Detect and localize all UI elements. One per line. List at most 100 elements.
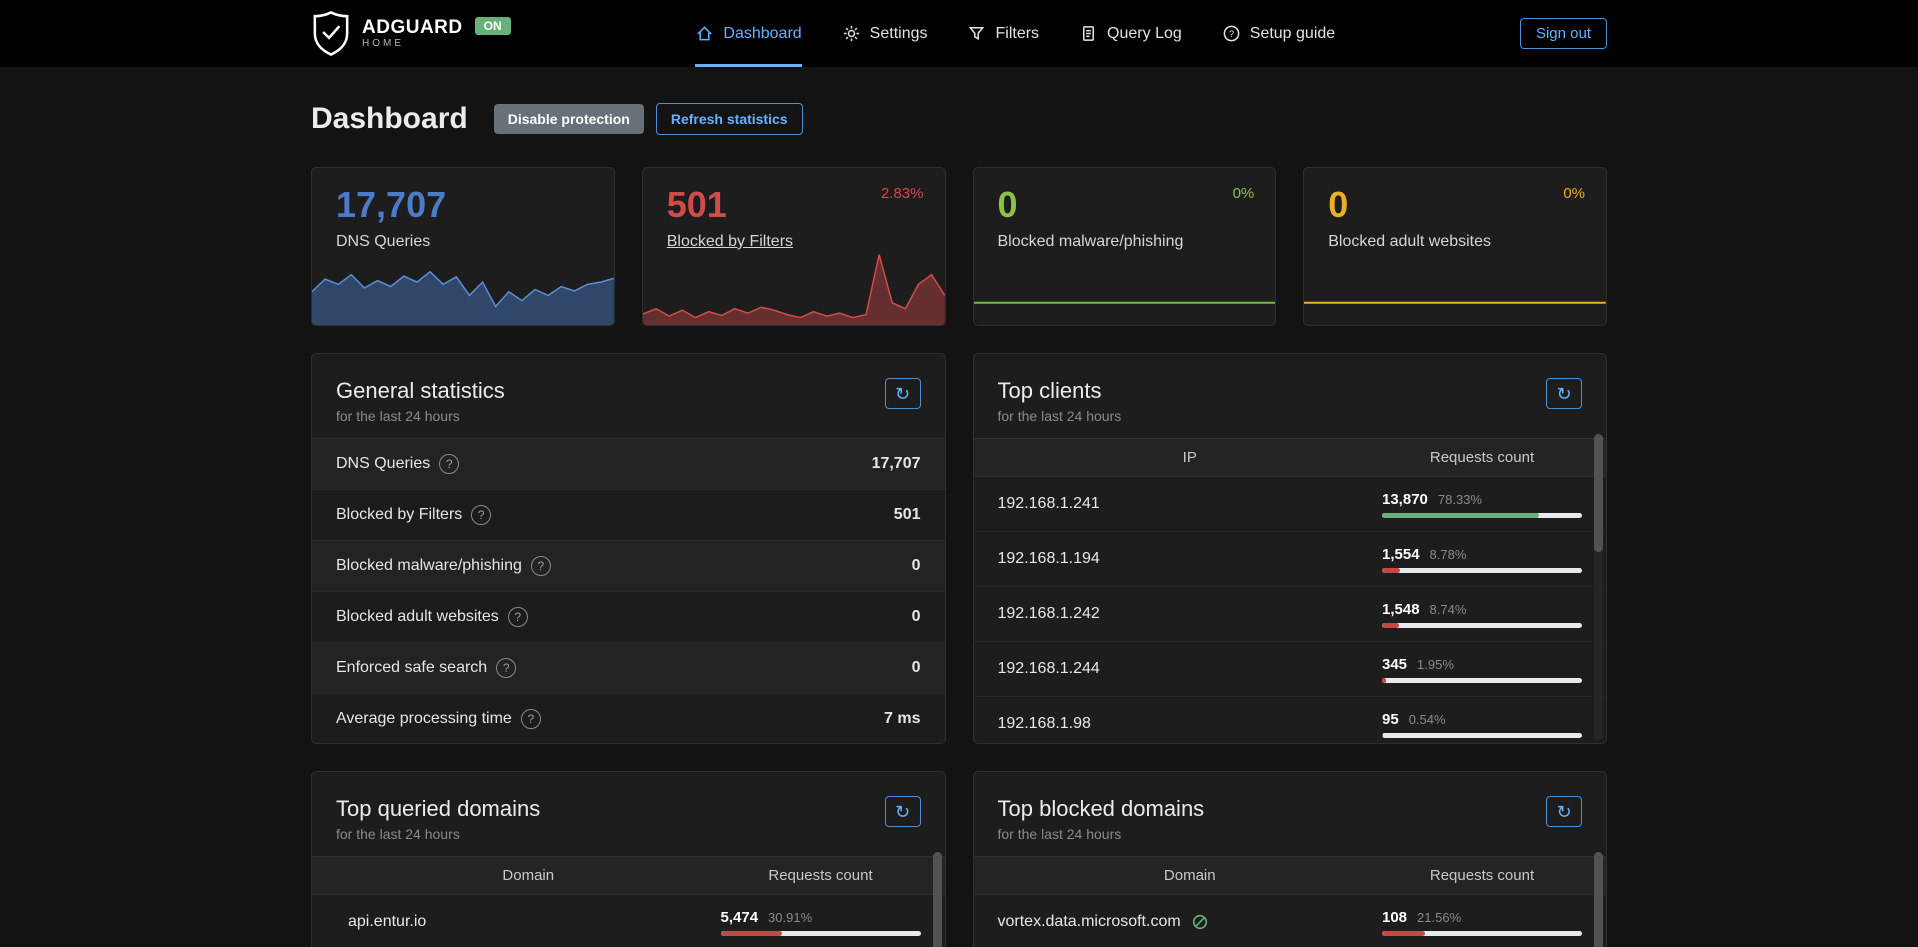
sign-out-button[interactable]: Sign out xyxy=(1520,18,1607,49)
help-circle-icon[interactable]: ? xyxy=(496,658,516,678)
requests-cell: 13,870 78.33% xyxy=(1382,491,1582,518)
table-scrollbar[interactable] xyxy=(1594,852,1603,947)
table-scrollbar[interactable] xyxy=(1594,434,1603,740)
progress-bar xyxy=(1382,678,1582,683)
stat-value: 0 xyxy=(998,186,1254,224)
scrollbar-thumb[interactable] xyxy=(1594,434,1603,552)
stat-card-blocked-malware: 0% 0 Blocked malware/phishing xyxy=(973,167,1277,326)
request-percent: 8.78% xyxy=(1430,547,1467,562)
navbar: ADGUARD HOME ON Dashboard Set xyxy=(0,0,1918,67)
table-scrollbar[interactable] xyxy=(933,852,942,947)
stat-card-dns-queries: 17,707 DNS Queries xyxy=(311,167,615,326)
domain-row: api.entur.io 5,474 30.91% xyxy=(312,895,945,947)
stats-row-value: 17,707 xyxy=(872,455,921,473)
client-row: 192.168.1.194 1,554 8.78% xyxy=(974,532,1607,587)
requests-cell: 345 1.95% xyxy=(1382,656,1582,683)
brand-subtitle: HOME xyxy=(362,38,463,50)
refresh-button[interactable]: ↻ xyxy=(1546,378,1582,409)
nav-item-settings[interactable]: Settings xyxy=(842,0,928,67)
help-circle-icon[interactable]: ? xyxy=(508,607,528,627)
page-header: Dashboard Disable protection Refresh sta… xyxy=(311,101,1607,137)
top-clients-card: Top clients for the last 24 hours ↻ IP R… xyxy=(973,353,1608,744)
stats-row-label: Enforced safe search xyxy=(336,659,487,677)
request-percent: 21.56% xyxy=(1417,910,1461,925)
requests-cell: 95 0.54% xyxy=(1382,711,1582,738)
scrollbar-thumb[interactable] xyxy=(1594,852,1603,947)
help-circle-icon: ? xyxy=(1222,24,1241,43)
progress-bar xyxy=(721,931,921,936)
stat-value: 17,707 xyxy=(336,186,592,224)
card-title: Top queried domains xyxy=(336,796,921,822)
top-queried-table: api.entur.io 5,474 30.91% xyxy=(312,895,945,947)
client-ip: 192.168.1.241 xyxy=(998,495,1383,513)
disable-protection-button[interactable]: Disable protection xyxy=(494,104,644,134)
stats-row-label: Blocked by Filters xyxy=(336,506,462,524)
stats-row-value: 0 xyxy=(912,608,921,626)
stat-card-blocked-adult: 0% 0 Blocked adult websites xyxy=(1303,167,1607,326)
request-percent: 1.95% xyxy=(1417,657,1454,672)
stats-row: DNS Queries ? 17,707 xyxy=(312,438,945,489)
client-row: 192.168.1.244 345 1.95% xyxy=(974,642,1607,697)
request-count: 95 xyxy=(1382,711,1399,728)
progress-bar xyxy=(1382,623,1582,628)
scrollbar-thumb[interactable] xyxy=(933,852,942,947)
client-ip: 192.168.1.244 xyxy=(998,660,1383,678)
request-count: 5,474 xyxy=(721,909,759,926)
blocked-adult-sparkline-chart xyxy=(1304,251,1606,325)
help-circle-icon[interactable]: ? xyxy=(521,709,541,729)
nav-item-filters[interactable]: Filters xyxy=(967,0,1039,67)
table-header: IP Requests count xyxy=(974,438,1607,477)
nav-item-dashboard[interactable]: Dashboard xyxy=(695,0,801,67)
help-circle-icon[interactable]: ? xyxy=(471,505,491,525)
nav-item-label: Setup guide xyxy=(1250,25,1335,43)
brand-name: ADGUARD xyxy=(362,18,463,38)
client-row: 192.168.1.98 95 0.54% xyxy=(974,697,1607,744)
stats-row-label: Blocked adult websites xyxy=(336,608,499,626)
stats-row-value: 501 xyxy=(894,506,921,524)
column-header-requests: Requests count xyxy=(721,867,921,884)
request-count: 13,870 xyxy=(1382,491,1428,508)
stats-row-value: 0 xyxy=(912,557,921,575)
card-title: Top clients xyxy=(998,378,1583,404)
card-title: Top blocked domains xyxy=(998,796,1583,822)
stats-row: Enforced safe search ? 0 xyxy=(312,642,945,693)
request-count: 1,548 xyxy=(1382,601,1420,618)
refresh-button[interactable]: ↻ xyxy=(885,378,921,409)
help-circle-icon[interactable]: ? xyxy=(531,556,551,576)
top-clients-table: 192.168.1.241 13,870 78.33% 192.168.1.19… xyxy=(974,477,1607,744)
help-circle-icon[interactable]: ? xyxy=(439,454,459,474)
progress-bar xyxy=(1382,733,1582,738)
column-header-requests: Requests count xyxy=(1382,867,1582,884)
filter-funnel-icon xyxy=(967,24,986,43)
top-blocked-domains-card: Top blocked domains for the last 24 hour… xyxy=(973,771,1608,947)
refresh-button[interactable]: ↻ xyxy=(1546,796,1582,827)
stat-label: Blocked malware/phishing xyxy=(998,233,1254,251)
shield-check-icon xyxy=(311,10,351,57)
nav-item-label: Query Log xyxy=(1107,25,1182,43)
top-blocked-table: vortex.data.microsoft.com 108 21.56% xyxy=(974,895,1607,947)
progress-bar xyxy=(1382,568,1582,573)
card-subtitle: for the last 24 hours xyxy=(336,826,921,842)
refresh-statistics-button[interactable]: Refresh statistics xyxy=(656,103,803,135)
stat-value: 501 xyxy=(667,186,923,224)
requests-cell: 108 21.56% xyxy=(1382,909,1582,936)
document-log-icon xyxy=(1079,24,1098,43)
blocked-by-filters-link[interactable]: Blocked by Filters xyxy=(667,233,923,251)
nav-menu: Dashboard Settings Filters xyxy=(511,0,1520,67)
column-header-domain: Domain xyxy=(998,867,1383,884)
adguard-home-logo[interactable]: ADGUARD HOME ON xyxy=(311,10,511,57)
request-count: 1,554 xyxy=(1382,546,1420,563)
card-subtitle: for the last 24 hours xyxy=(998,826,1583,842)
general-statistics-table: DNS Queries ? 17,707 Blocked by Filters … xyxy=(312,438,945,744)
stat-label: Blocked adult websites xyxy=(1328,233,1584,251)
progress-bar xyxy=(1382,513,1582,518)
stats-row-value: 0 xyxy=(912,659,921,677)
request-percent: 8.74% xyxy=(1430,602,1467,617)
nav-item-label: Settings xyxy=(870,25,928,43)
table-header: Domain Requests count xyxy=(312,856,945,895)
top-queried-domains-card: Top queried domains for the last 24 hour… xyxy=(311,771,946,947)
nav-item-setup-guide[interactable]: ? Setup guide xyxy=(1222,0,1335,67)
nav-item-query-log[interactable]: Query Log xyxy=(1079,0,1182,67)
refresh-button[interactable]: ↻ xyxy=(885,796,921,827)
requests-cell: 1,554 8.78% xyxy=(1382,546,1582,573)
